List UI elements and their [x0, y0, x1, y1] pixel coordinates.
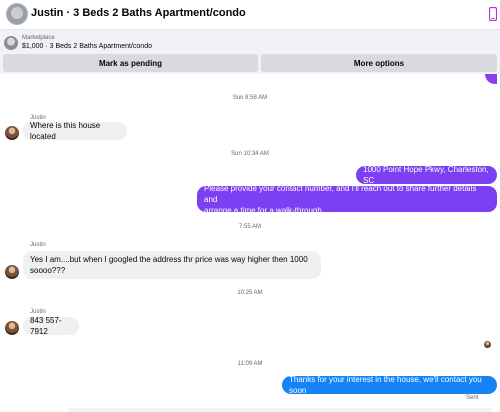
avatar[interactable] — [6, 3, 28, 25]
seen-indicator-avatar — [484, 341, 491, 348]
message-line: soooo??? — [30, 266, 66, 275]
listing-thumbnail[interactable] — [4, 36, 18, 50]
phone-icon[interactable] — [489, 7, 497, 21]
timestamp: Sun 8:58 AM — [232, 95, 268, 101]
timestamp: 10:25 AM — [237, 290, 263, 296]
message-line: Please provide your contact number, and … — [204, 183, 477, 204]
listing-title[interactable]: $1,000 · 3 Beds 2 Baths Apartment/condo — [22, 43, 152, 50]
incoming-message[interactable]: 843 557-7912 — [23, 316, 79, 336]
message-composer[interactable] — [68, 408, 492, 412]
more-options-button[interactable]: More options — [261, 54, 497, 72]
chat-title[interactable]: Justin · 3 Beds 2 Baths Apartment/condo — [31, 7, 246, 19]
sender-avatar[interactable] — [5, 265, 19, 279]
timestamp: 11:09 AM — [237, 361, 263, 367]
timestamp: 7:55 AM — [238, 224, 261, 230]
marketplace-label: Marketplace — [22, 35, 55, 41]
outgoing-message[interactable]: Please provide your contact number, and … — [197, 183, 497, 215]
sender-name: Justin — [30, 242, 46, 248]
incoming-message[interactable]: Yes I am....but when I googled the addre… — [23, 251, 321, 279]
sender-avatar[interactable] — [5, 321, 19, 335]
mark-as-pending-button[interactable]: Mark as pending — [3, 54, 258, 72]
message-line: Yes I am....but when I googled the addre… — [30, 255, 308, 264]
sent-status: Sent — [466, 395, 479, 401]
outgoing-message[interactable]: Thanks for your interest in the house, w… — [282, 375, 497, 395]
timestamp: Sun 10:34 AM — [231, 151, 269, 157]
message-line: arrange a time for a walk-through — [204, 205, 322, 215]
previous-message-tail — [485, 74, 497, 84]
chat-header: Justin · 3 Beds 2 Baths Apartment/condo — [0, 0, 500, 30]
sender-avatar[interactable] — [5, 126, 19, 140]
incoming-message[interactable]: Where is this house located — [23, 121, 127, 141]
outgoing-message[interactable]: 1000 Point Hope Pkwy, Charleston, SC — [356, 165, 497, 185]
